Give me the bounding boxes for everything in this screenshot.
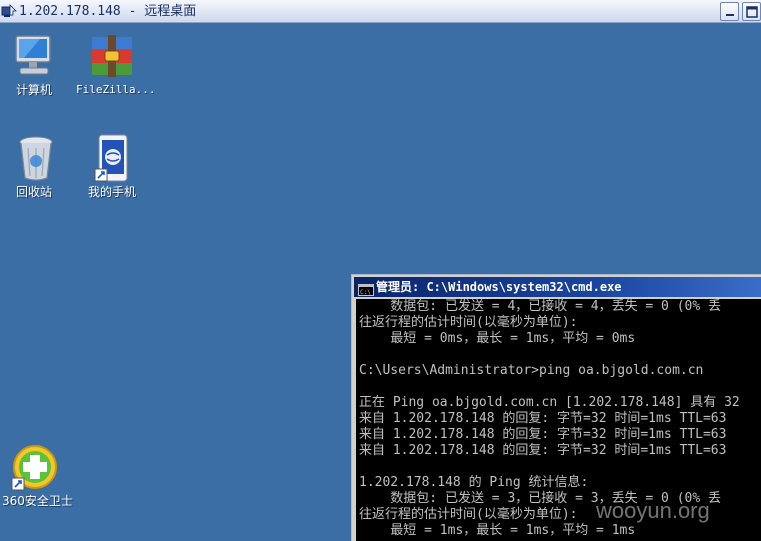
computer-icon [10, 34, 58, 82]
recycle-bin-icon [16, 134, 56, 186]
filezilla-icon [88, 33, 136, 83]
desktop-icon-label: 计算机 [16, 83, 53, 97]
cmd-line: 1.202.178.148 的 Ping 统计信息: [359, 475, 589, 490]
cmd-line: C:\Users\Administrator>ping oa.bjgold.co… [359, 363, 704, 378]
cmd-line: 最短 = 1ms，最长 = 1ms，平均 = 1ms [359, 523, 636, 538]
desktop-icon-label: 我的手机 [88, 185, 137, 199]
svg-text:C:\: C:\ [360, 289, 371, 296]
cmd-line: 来自 1.202.178.148 的回复: 字节=32 时间=1ms TTL=6… [359, 427, 727, 442]
cmd-line: 正在 Ping oa.bjgold.com.cn [1.202.178.148]… [359, 395, 740, 410]
maximize-icon [746, 6, 758, 18]
minimize-icon [726, 14, 734, 16]
desktop-icon-label: FileZilla... [76, 83, 156, 96]
remote-desktop-title: 1.202.178.148 - 远程桌面 [19, 4, 197, 19]
cmd-line: 往返行程的估计时间(以毫秒为单位): [359, 507, 578, 522]
360-security-icon [10, 444, 60, 498]
minimize-button[interactable] [720, 2, 739, 21]
cmd-titlebar[interactable]: C:\ 管理员: C:\Windows\system32\cmd.exe [354, 277, 761, 297]
remote-desktop-titlebar[interactable]: 1.202.178.148 - 远程桌面 [0, 0, 761, 23]
desktop-icon-label: 回收站 [16, 185, 53, 199]
phone-icon [94, 133, 132, 187]
desktop-icon-label: 360安全卫士 [2, 494, 73, 508]
cmd-line: 往返行程的估计时间(以毫秒为单位): [359, 315, 578, 330]
cmd-line: 最短 = 0ms，最长 = 1ms，平均 = 0ms [359, 331, 636, 346]
cmd-line: 来自 1.202.178.148 的回复: 字节=32 时间=1ms TTL=6… [359, 443, 727, 458]
cmd-title: 管理员: C:\Windows\system32\cmd.exe [376, 280, 622, 294]
cmd-line: 来自 1.202.178.148 的回复: 字节=32 时间=1ms TTL=6… [359, 411, 727, 426]
watermark: wooyun.org [596, 498, 710, 523]
remote-desktop-icon [1, 4, 17, 19]
cmd-line: 数据包: 已发送 = 4，已接收 = 4，丢失 = 0 (0% 丢 [359, 299, 722, 314]
maximize-button[interactable] [742, 2, 761, 21]
cmd-icon: C:\ [358, 281, 374, 296]
